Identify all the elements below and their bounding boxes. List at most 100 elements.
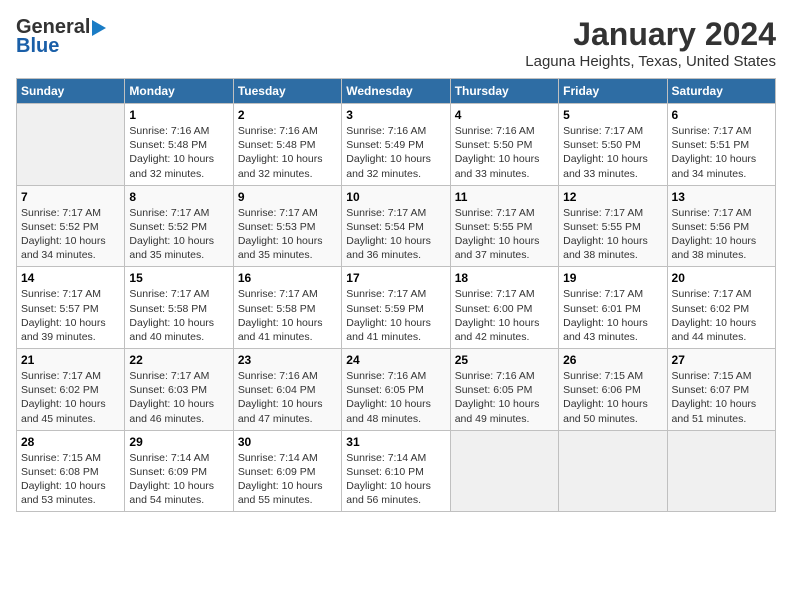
calendar-week-row: 21Sunrise: 7:17 AM Sunset: 6:02 PM Dayli… [17, 349, 776, 431]
calendar-cell: 11Sunrise: 7:17 AM Sunset: 5:55 PM Dayli… [450, 185, 558, 267]
calendar-cell: 27 Sunrise: 7:15 AM Sunset: 6:07 PM Dayli… [667, 349, 775, 431]
day-info: Sunrise: 7:16 AM Sunset: 6:05 PM Dayligh… [455, 369, 554, 426]
day-number: 20 [672, 271, 771, 285]
calendar-cell: 25 Sunrise: 7:16 AM Sunset: 6:05 PM Dayli… [450, 349, 558, 431]
calendar-cell: 26 Sunrise: 7:15 AM Sunset: 6:06 PM Dayli… [559, 349, 667, 431]
day-number: 23 [238, 353, 337, 367]
day-number: 1 [129, 108, 228, 122]
calendar-cell: 4 Sunrise: 7:16 AM Sunset: 5:50 PM Daylig… [450, 104, 558, 186]
calendar-cell: 29 Sunrise: 7:14 AM Sunset: 6:09 PM Dayli… [125, 430, 233, 512]
calendar-cell: 19 Sunrise: 7:17 AM Sunset: 6:01 PM Dayli… [559, 267, 667, 349]
weekday-header-friday: Friday [559, 79, 667, 104]
location-title: Laguna Heights, Texas, United States [525, 53, 776, 70]
day-number: 17 [346, 271, 445, 285]
calendar-cell: 12 Sunrise: 7:17 AM Sunset: 5:55 PM Dayli… [559, 185, 667, 267]
day-number: 28 [21, 435, 120, 449]
title-area: January 2024 Laguna Heights, Texas, Unit… [525, 16, 776, 70]
weekday-header-monday: Monday [125, 79, 233, 104]
day-info: Sunrise: 7:17 AM Sunset: 5:55 PM Dayligh… [455, 206, 554, 263]
calendar-week-row: 14 Sunrise: 7:17 AM Sunset: 5:57 PM Dayli… [17, 267, 776, 349]
weekday-header-tuesday: Tuesday [233, 79, 341, 104]
calendar-cell: 2Sunrise: 7:16 AM Sunset: 5:48 PM Daylig… [233, 104, 341, 186]
day-number: 21 [21, 353, 120, 367]
day-info: Sunrise: 7:16 AM Sunset: 5:50 PM Dayligh… [455, 124, 554, 181]
day-number: 6 [672, 108, 771, 122]
calendar-cell: 10Sunrise: 7:17 AM Sunset: 5:54 PM Dayli… [342, 185, 450, 267]
weekday-header-saturday: Saturday [667, 79, 775, 104]
day-number: 5 [563, 108, 662, 122]
day-info: Sunrise: 7:17 AM Sunset: 5:50 PM Dayligh… [563, 124, 662, 181]
day-info: Sunrise: 7:17 AM Sunset: 5:57 PM Dayligh… [21, 287, 120, 344]
day-number: 29 [129, 435, 228, 449]
day-number: 8 [129, 190, 228, 204]
calendar-cell: 7 Sunrise: 7:17 AM Sunset: 5:52 PM Daylig… [17, 185, 125, 267]
calendar-cell: 8 Sunrise: 7:17 AM Sunset: 5:52 PM Daylig… [125, 185, 233, 267]
calendar-cell: 3Sunrise: 7:16 AM Sunset: 5:49 PM Daylig… [342, 104, 450, 186]
day-info: Sunrise: 7:17 AM Sunset: 5:52 PM Dayligh… [21, 206, 120, 263]
day-info: Sunrise: 7:17 AM Sunset: 5:52 PM Dayligh… [129, 206, 228, 263]
day-number: 3 [346, 108, 445, 122]
calendar-table: SundayMondayTuesdayWednesdayThursdayFrid… [16, 78, 776, 512]
calendar-cell: 15 Sunrise: 7:17 AM Sunset: 5:58 PM Dayli… [125, 267, 233, 349]
logo: General Blue [16, 16, 106, 58]
calendar-cell: 5 Sunrise: 7:17 AM Sunset: 5:50 PM Daylig… [559, 104, 667, 186]
calendar-cell [450, 430, 558, 512]
day-number: 15 [129, 271, 228, 285]
calendar-cell: 24Sunrise: 7:16 AM Sunset: 6:05 PM Dayli… [342, 349, 450, 431]
day-number: 12 [563, 190, 662, 204]
day-info: Sunrise: 7:16 AM Sunset: 6:05 PM Dayligh… [346, 369, 445, 426]
calendar-cell: 31Sunrise: 7:14 AM Sunset: 6:10 PM Dayli… [342, 430, 450, 512]
calendar-week-row: 7 Sunrise: 7:17 AM Sunset: 5:52 PM Daylig… [17, 185, 776, 267]
day-info: Sunrise: 7:14 AM Sunset: 6:09 PM Dayligh… [129, 451, 228, 508]
day-number: 22 [129, 353, 228, 367]
day-number: 2 [238, 108, 337, 122]
day-info: Sunrise: 7:14 AM Sunset: 6:09 PM Dayligh… [238, 451, 337, 508]
day-info: Sunrise: 7:17 AM Sunset: 5:53 PM Dayligh… [238, 206, 337, 263]
day-info: Sunrise: 7:15 AM Sunset: 6:06 PM Dayligh… [563, 369, 662, 426]
day-number: 19 [563, 271, 662, 285]
calendar-cell: 20Sunrise: 7:17 AM Sunset: 6:02 PM Dayli… [667, 267, 775, 349]
day-number: 18 [455, 271, 554, 285]
day-info: Sunrise: 7:17 AM Sunset: 6:00 PM Dayligh… [455, 287, 554, 344]
day-number: 9 [238, 190, 337, 204]
weekday-header-sunday: Sunday [17, 79, 125, 104]
day-info: Sunrise: 7:17 AM Sunset: 5:54 PM Dayligh… [346, 206, 445, 263]
calendar-cell: 28 Sunrise: 7:15 AM Sunset: 6:08 PM Dayli… [17, 430, 125, 512]
calendar-week-row: 28 Sunrise: 7:15 AM Sunset: 6:08 PM Dayli… [17, 430, 776, 512]
day-number: 7 [21, 190, 120, 204]
day-info: Sunrise: 7:15 AM Sunset: 6:07 PM Dayligh… [672, 369, 771, 426]
day-number: 4 [455, 108, 554, 122]
day-info: Sunrise: 7:17 AM Sunset: 5:55 PM Dayligh… [563, 206, 662, 263]
calendar-cell: 30Sunrise: 7:14 AM Sunset: 6:09 PM Dayli… [233, 430, 341, 512]
day-info: Sunrise: 7:15 AM Sunset: 6:08 PM Dayligh… [21, 451, 120, 508]
calendar-cell [667, 430, 775, 512]
day-number: 26 [563, 353, 662, 367]
calendar-cell: 23 Sunrise: 7:16 AM Sunset: 6:04 PM Dayli… [233, 349, 341, 431]
calendar-cell: 16Sunrise: 7:17 AM Sunset: 5:58 PM Dayli… [233, 267, 341, 349]
logo-blue: Blue [16, 35, 59, 58]
calendar-cell: 17 Sunrise: 7:17 AM Sunset: 5:59 PM Dayli… [342, 267, 450, 349]
calendar-cell: 13Sunrise: 7:17 AM Sunset: 5:56 PM Dayli… [667, 185, 775, 267]
calendar-cell: 9 Sunrise: 7:17 AM Sunset: 5:53 PM Daylig… [233, 185, 341, 267]
calendar-cell: 1 Sunrise: 7:16 AM Sunset: 5:48 PM Daylig… [125, 104, 233, 186]
day-info: Sunrise: 7:17 AM Sunset: 6:01 PM Dayligh… [563, 287, 662, 344]
weekday-header-row: SundayMondayTuesdayWednesdayThursdayFrid… [17, 79, 776, 104]
calendar-cell: 22 Sunrise: 7:17 AM Sunset: 6:03 PM Dayli… [125, 349, 233, 431]
calendar-week-row: 1 Sunrise: 7:16 AM Sunset: 5:48 PM Daylig… [17, 104, 776, 186]
day-info: Sunrise: 7:16 AM Sunset: 6:04 PM Dayligh… [238, 369, 337, 426]
calendar-cell [559, 430, 667, 512]
day-number: 25 [455, 353, 554, 367]
calendar-cell: 14 Sunrise: 7:17 AM Sunset: 5:57 PM Dayli… [17, 267, 125, 349]
weekday-header-thursday: Thursday [450, 79, 558, 104]
calendar-cell: 6Sunrise: 7:17 AM Sunset: 5:51 PM Daylig… [667, 104, 775, 186]
logo-arrow-icon [92, 20, 106, 36]
day-info: Sunrise: 7:14 AM Sunset: 6:10 PM Dayligh… [346, 451, 445, 508]
page-header: General Blue January 2024 Laguna Heights… [16, 16, 776, 70]
day-number: 27 [672, 353, 771, 367]
day-info: Sunrise: 7:17 AM Sunset: 5:59 PM Dayligh… [346, 287, 445, 344]
weekday-header-wednesday: Wednesday [342, 79, 450, 104]
day-info: Sunrise: 7:17 AM Sunset: 5:58 PM Dayligh… [129, 287, 228, 344]
day-number: 14 [21, 271, 120, 285]
day-info: Sunrise: 7:16 AM Sunset: 5:48 PM Dayligh… [129, 124, 228, 181]
day-info: Sunrise: 7:17 AM Sunset: 6:03 PM Dayligh… [129, 369, 228, 426]
